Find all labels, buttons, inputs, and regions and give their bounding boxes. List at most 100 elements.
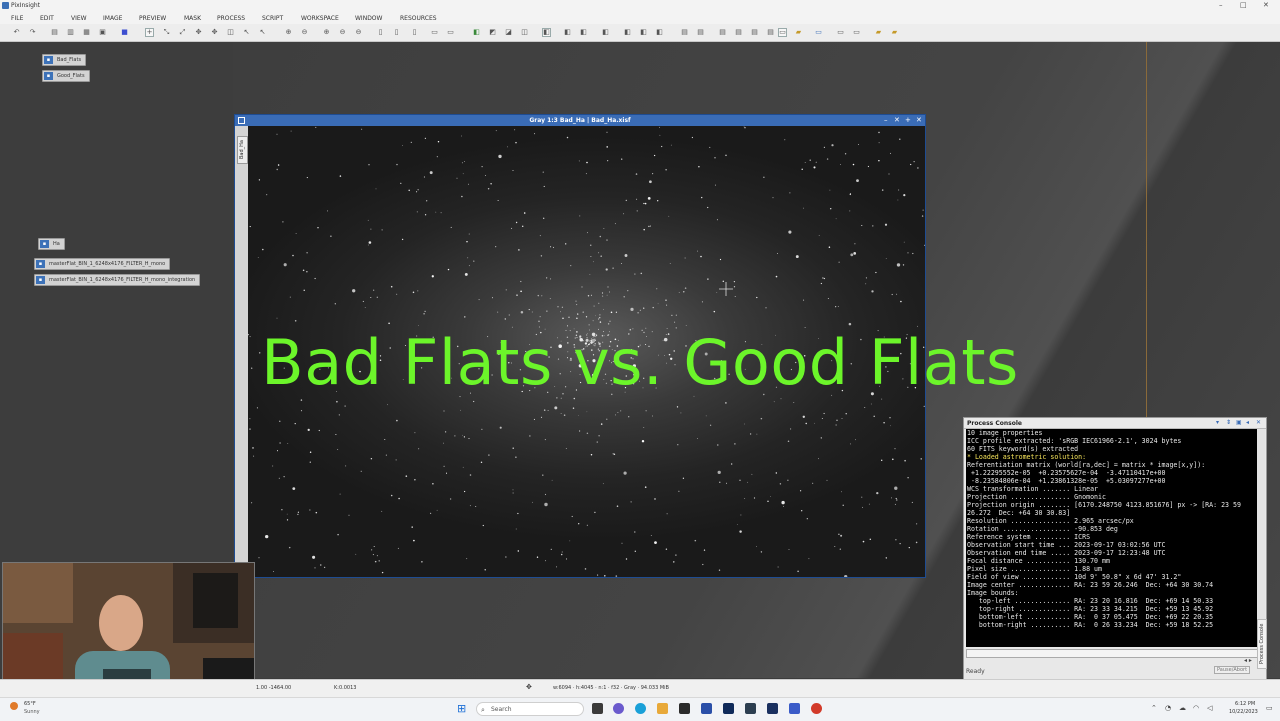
- duplicate-icon[interactable]: ▣: [98, 28, 107, 37]
- menu-script[interactable]: SCRIPT: [262, 15, 283, 22]
- move-icon[interactable]: ✥: [210, 28, 219, 37]
- desktop-icon-ha[interactable]: ▪ Ha: [38, 238, 65, 250]
- layout-icon[interactable]: ▭: [836, 28, 845, 37]
- readout-mode-icon[interactable]: +: [145, 28, 154, 37]
- save-icon[interactable]: ▥: [66, 28, 75, 37]
- console-side-tab[interactable]: Process Console: [1257, 619, 1267, 669]
- channel-chroma-icon[interactable]: ◧: [639, 28, 648, 37]
- menu-window[interactable]: WINDOW: [355, 15, 382, 22]
- channel-r-icon[interactable]: ◧: [563, 28, 572, 37]
- console-titlebar[interactable]: Process Console ▾ ⇕ ▣ ◂ ✕: [964, 418, 1266, 429]
- windows-start-icon[interactable]: ⊞: [457, 703, 466, 714]
- view-explorer-icon[interactable]: ▤: [750, 28, 759, 37]
- clock-time[interactable]: 6:12 PM: [1235, 701, 1255, 707]
- mask-show-icon[interactable]: ▯: [376, 28, 385, 37]
- pin-icon[interactable]: ⇕: [1226, 419, 1231, 426]
- maximize-icon[interactable]: □: [1240, 1, 1247, 9]
- menu-image[interactable]: IMAGE: [103, 15, 122, 22]
- open-icon[interactable]: ▤: [50, 28, 59, 37]
- tray-chevron-icon[interactable]: ⌃: [1151, 704, 1157, 712]
- desktop-icon-good-flats[interactable]: ▪ Good_Flats: [42, 70, 90, 82]
- desktop-icon-bad-flats[interactable]: ▪ Bad_Flats: [42, 54, 87, 66]
- menu-process[interactable]: PROCESS: [217, 15, 245, 22]
- wifi-icon[interactable]: ◠: [1193, 704, 1199, 712]
- undo-icon[interactable]: ↶: [12, 28, 21, 37]
- minimize-icon[interactable]: –: [884, 116, 888, 124]
- view-id-tab[interactable]: Bad_Ha: [237, 136, 248, 164]
- menu-preview[interactable]: PREVIEW: [139, 15, 166, 22]
- image-window-titlebar[interactable]: Gray 1:3 Bad_Ha | Bad_Ha.xisf – ✕ + ✕: [235, 115, 925, 126]
- vpn-icon[interactable]: [701, 703, 712, 714]
- taskbar-search[interactable]: ⌕ Search: [476, 702, 584, 716]
- stf-link-icon[interactable]: ◩: [488, 28, 497, 37]
- preview-icon[interactable]: ◫: [226, 28, 235, 37]
- chat-icon[interactable]: [613, 703, 624, 714]
- process-console[interactable]: Process Console ▾ ⇕ ▣ ◂ ✕ 10 image prope…: [963, 417, 1267, 680]
- chevron-down-icon[interactable]: ▾: [1216, 419, 1219, 426]
- file-explorer-icon[interactable]: [657, 703, 668, 714]
- pointer-icon[interactable]: ↖: [258, 28, 267, 37]
- volume-icon[interactable]: ◁: [1207, 704, 1212, 712]
- menu-view[interactable]: VIEW: [71, 15, 87, 22]
- channel-rgb-icon[interactable]: ◧: [542, 28, 551, 37]
- maximize-icon[interactable]: +: [905, 116, 911, 124]
- lightroom-icon[interactable]: [767, 703, 778, 714]
- network-icon[interactable]: ◔: [1165, 704, 1171, 712]
- close-image-icon[interactable]: ▦: [82, 28, 91, 37]
- history-icon[interactable]: ▤: [696, 28, 705, 37]
- scroll-arrows-icon[interactable]: ◂ ▸: [1244, 657, 1252, 664]
- pause-abort-button[interactable]: Pause/Abort: [1214, 666, 1251, 674]
- workspace2-icon[interactable]: ▰: [890, 28, 899, 37]
- task-view-icon[interactable]: [592, 703, 603, 714]
- zoom-fit-icon[interactable]: ⊖: [338, 28, 347, 37]
- menu-workspace[interactable]: WORKSPACE: [301, 15, 339, 22]
- menu-edit[interactable]: EDIT: [40, 15, 54, 22]
- explorer-icon[interactable]: ▤: [680, 28, 689, 37]
- menu-file[interactable]: FILE: [11, 15, 23, 22]
- window-icon[interactable]: ▭: [814, 28, 823, 37]
- adjust-window-icon[interactable]: ▭: [446, 28, 455, 37]
- recorder-icon[interactable]: [811, 703, 822, 714]
- shade-icon[interactable]: ✕: [894, 116, 900, 124]
- process-icon[interactable]: ■: [120, 28, 129, 37]
- float-icon[interactable]: ▣: [1236, 419, 1242, 426]
- mask-enable-icon[interactable]: ▯: [410, 28, 419, 37]
- format-explorer-icon[interactable]: ▤: [734, 28, 743, 37]
- store-icon[interactable]: [679, 703, 690, 714]
- mask-invert-icon[interactable]: ▯: [392, 28, 401, 37]
- menu-mask[interactable]: MASK: [184, 15, 201, 22]
- console-toggle-icon[interactable]: ▭: [778, 28, 787, 37]
- close-icon[interactable]: ✕: [916, 116, 922, 124]
- redo-icon[interactable]: ↷: [28, 28, 37, 37]
- process-explorer-icon[interactable]: ▤: [718, 28, 727, 37]
- pixinsight-taskbar-icon[interactable]: [789, 703, 800, 714]
- dock-icon[interactable]: ◂: [1246, 419, 1249, 426]
- script-editor-icon[interactable]: ▤: [766, 28, 775, 37]
- weather-icon[interactable]: [10, 702, 18, 710]
- channel-lum-icon[interactable]: ◧: [623, 28, 632, 37]
- close-icon[interactable]: ✕: [1256, 419, 1261, 426]
- workspace-icon[interactable]: ▰: [874, 28, 883, 37]
- console-command-input[interactable]: [966, 649, 1258, 658]
- channel-alpha-icon[interactable]: ◧: [655, 28, 664, 37]
- close-icon[interactable]: ✕: [1263, 1, 1269, 9]
- channel-g-icon[interactable]: ◧: [579, 28, 588, 37]
- desktop-icon-masterflat-integration[interactable]: ▪ masterFlat_BIN_1_6248x4176_FILTER_H_mo…: [34, 274, 201, 286]
- fit-window-icon[interactable]: ▭: [430, 28, 439, 37]
- edge-icon[interactable]: [635, 703, 646, 714]
- tile-icon[interactable]: ▭: [852, 28, 861, 37]
- clock-date[interactable]: 10/22/2023: [1229, 709, 1258, 715]
- folder-icon[interactable]: ▰: [794, 28, 803, 37]
- stf-auto-icon[interactable]: ◪: [504, 28, 513, 37]
- minimize-icon[interactable]: –: [1219, 1, 1223, 9]
- cloud-icon[interactable]: ☁: [1179, 704, 1186, 712]
- center-icon[interactable]: ✥: [194, 28, 203, 37]
- stf-reset-icon[interactable]: ◫: [520, 28, 529, 37]
- pan-mode-icon[interactable]: ⤢: [178, 28, 187, 37]
- zoom-out-icon[interactable]: ⊖: [300, 28, 309, 37]
- zoom-mode-icon[interactable]: ⤡: [162, 28, 171, 37]
- zoom-optimal-icon[interactable]: ⊖: [354, 28, 363, 37]
- desktop-icon-masterflat[interactable]: ▪ masterFlat_BIN_1_6248x4176_FILTER_H_mo…: [34, 258, 171, 270]
- edit-preview-icon[interactable]: ↖: [242, 28, 251, 37]
- notifications-icon[interactable]: ▭: [1266, 704, 1273, 712]
